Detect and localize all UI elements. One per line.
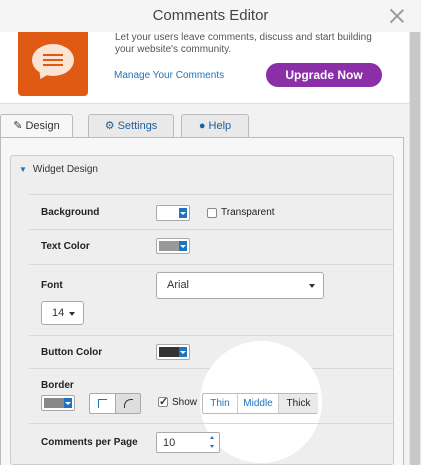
comments-per-page-input[interactable]: 10 xyxy=(156,432,220,453)
comments-per-page-label: Comments per Page xyxy=(41,437,138,448)
comments-per-page-value: 10 xyxy=(163,437,176,449)
tab-design[interactable]: ✎ Design xyxy=(0,114,73,139)
thickness-middle-button[interactable]: Middle xyxy=(237,394,278,413)
font-family-value: Arial xyxy=(167,279,190,291)
chevron-down-icon xyxy=(179,241,187,251)
thickness-thin-button[interactable]: Thin xyxy=(203,394,237,413)
button-color-label: Button Color xyxy=(41,347,103,358)
tab-help-label: Help xyxy=(208,120,232,132)
section-title: Widget Design xyxy=(32,164,98,175)
comments-app-icon xyxy=(18,32,88,96)
thickness-thick-button[interactable]: Thick xyxy=(278,394,318,413)
tab-bar: ✎ Design ⚙ Settings ● Help xyxy=(0,114,409,139)
border-color-picker[interactable] xyxy=(41,395,75,411)
chevron-down-icon xyxy=(179,208,187,218)
background-color-fill xyxy=(159,208,179,218)
button-color-fill xyxy=(159,347,179,357)
chevron-down-icon xyxy=(69,312,75,316)
collapse-caret-icon: ▼ xyxy=(19,165,27,174)
square-corner-button[interactable] xyxy=(90,394,115,413)
upgrade-button[interactable]: Upgrade Now xyxy=(266,63,382,87)
tab-help[interactable]: ● Help xyxy=(181,114,249,138)
font-label: Font xyxy=(41,280,63,291)
text-color-picker[interactable] xyxy=(156,238,190,254)
text-color-fill xyxy=(159,241,179,251)
stepper-up-icon[interactable] xyxy=(210,436,214,439)
divider xyxy=(29,423,393,424)
font-family-select[interactable]: Arial xyxy=(156,272,324,299)
transparent-checkbox[interactable] xyxy=(207,208,217,218)
promo-banner: Let your users leave comments, discuss a… xyxy=(0,32,409,104)
promo-description: Let your users leave comments, discuss a… xyxy=(115,32,372,55)
background-label: Background xyxy=(41,207,100,218)
window-title: Comments Editor xyxy=(152,7,269,24)
chevron-down-icon xyxy=(309,284,315,288)
divider xyxy=(29,335,393,336)
section-header[interactable]: ▼ Widget Design xyxy=(19,164,98,175)
font-size-value: 14 xyxy=(52,307,65,319)
chevron-down-icon xyxy=(179,347,187,357)
close-icon[interactable] xyxy=(389,8,405,24)
paintbrush-icon: ✎ xyxy=(13,120,23,132)
corner-style-group xyxy=(89,393,141,414)
tab-design-label: Design xyxy=(25,120,60,132)
tab-settings-label: Settings xyxy=(117,120,158,132)
font-size-select[interactable]: 14 xyxy=(41,301,84,325)
title-bar: Comments Editor xyxy=(0,0,421,32)
border-label: Border xyxy=(41,380,74,391)
show-border-checkbox[interactable] xyxy=(158,395,168,408)
tab-settings[interactable]: ⚙ Settings xyxy=(88,114,174,138)
text-color-label: Text Color xyxy=(41,241,90,252)
divider xyxy=(29,229,393,230)
manage-comments-link[interactable]: Manage Your Comments xyxy=(114,70,224,81)
border-color-fill xyxy=(44,398,64,408)
scrollbar-thumb[interactable] xyxy=(410,32,420,465)
background-color-picker[interactable] xyxy=(156,205,190,221)
gear-icon: ⚙ xyxy=(104,120,115,132)
border-thickness-group: Thin Middle Thick xyxy=(202,393,318,414)
divider xyxy=(29,194,393,195)
rounded-corner-button[interactable] xyxy=(115,394,140,413)
rounded-corner-icon xyxy=(124,399,133,408)
chevron-down-icon xyxy=(64,398,72,408)
square-corner-icon xyxy=(98,399,107,408)
show-border-label: Show xyxy=(172,397,198,408)
button-color-picker[interactable] xyxy=(156,344,190,360)
user-icon: ● xyxy=(198,120,206,132)
stepper-down-icon[interactable] xyxy=(210,445,214,448)
divider xyxy=(29,264,393,265)
transparent-label: Transparent xyxy=(221,207,275,218)
